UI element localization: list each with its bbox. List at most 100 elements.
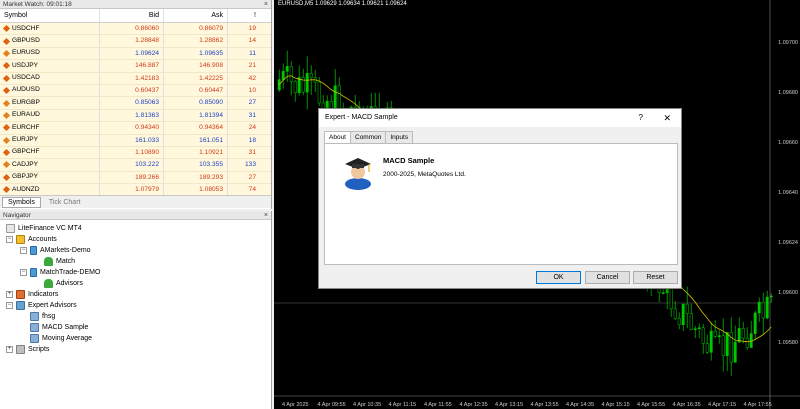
reset-button[interactable]: Reset	[633, 271, 678, 284]
table-row[interactable]: EURUSD 1.09624 1.09635 11	[0, 47, 271, 61]
candle-body	[757, 301, 761, 314]
candle-body	[765, 296, 769, 319]
tree-account-match[interactable]: Match	[44, 256, 75, 267]
symbol-name: GBPCHF	[12, 148, 40, 156]
ask-cell: 1.10921	[164, 146, 228, 159]
tree-account-amarkets[interactable]: − AMarkets-Demo	[20, 245, 91, 256]
bid-cell: 1.09624	[100, 47, 164, 60]
time-tick-label: 4 Apr 16:35	[672, 402, 701, 408]
tree-indicators[interactable]: + Indicators	[6, 289, 58, 300]
collapse-icon[interactable]: −	[20, 247, 27, 254]
ask-cell: 0.86079	[164, 23, 228, 35]
column-symbol[interactable]: Symbol	[0, 9, 100, 22]
spread-cell: 19	[248, 25, 256, 32]
candle-body	[705, 343, 709, 353]
table-row[interactable]: AUDUSD 0.60437 0.60447 10	[0, 84, 271, 98]
candle-body	[713, 330, 717, 337]
accounts-icon	[16, 235, 25, 244]
spread-cell: 27	[248, 173, 256, 181]
tree-ea-macd[interactable]: MACD Sample	[30, 322, 88, 333]
table-row[interactable]: EURAUD 1.81363 1.81394 31	[0, 109, 271, 123]
symbol-diamond-icon	[2, 173, 11, 181]
tree-root[interactable]: LiteFinance VC MT4	[6, 223, 82, 234]
table-row[interactable]: USDCHF 0.86060 0.86079 19	[0, 23, 271, 36]
collapse-icon[interactable]: −	[6, 302, 13, 309]
time-tick-label: 4 Apr 13:15	[495, 402, 524, 408]
tab-tick-chart[interactable]: Tick Chart	[42, 196, 87, 208]
tree-account-advisors[interactable]: Advisors	[44, 278, 83, 289]
column-bid[interactable]: Bid	[100, 9, 164, 22]
close-icon[interactable]: ×	[264, 211, 268, 220]
symbol-name: EURJPY	[12, 136, 39, 144]
ask-cell: 1.42225	[164, 72, 228, 84]
table-row[interactable]: CADJPY 103.222 103.355 133	[0, 159, 271, 172]
expert-dialog: Expert - MACD Sample ? ✕ About Common In…	[318, 108, 682, 289]
table-row[interactable]: GBPJPY 189.266 189.293 27	[0, 171, 271, 185]
bid-cell: 0.86060	[100, 23, 164, 35]
ask-cell: 1.81394	[164, 109, 228, 122]
table-row[interactable]: EURCHF 0.94340 0.94364 24	[0, 122, 271, 135]
tree-accounts-label: Accounts	[28, 236, 57, 243]
tree-accounts[interactable]: − Accounts	[6, 234, 57, 245]
expert-graduate-icon	[345, 158, 371, 190]
bid-cell: 161.033	[100, 134, 164, 146]
symbol-cell: EURJPY	[0, 134, 100, 146]
expert-icon	[30, 334, 39, 343]
symbol-cell: GBPUSD	[0, 35, 100, 47]
close-button[interactable]: ✕	[663, 109, 671, 127]
table-row[interactable]: USDCAD 1.42183 1.42225 42	[0, 72, 271, 85]
tree-expert-advisors-label: Expert Advisors	[28, 302, 77, 309]
expand-icon[interactable]: +	[6, 346, 13, 353]
column-ask[interactable]: Ask	[164, 9, 228, 22]
indicators-icon	[16, 290, 25, 299]
time-tick-label: 4 Apr 11:15	[388, 402, 417, 408]
symbol-name: EURUSD	[12, 49, 40, 57]
market-watch-rows: USDCHF 0.86060 0.86079 19 GBPUSD 1.28848 1.288…	[0, 23, 271, 197]
bid-cell: 1.42183	[100, 72, 164, 84]
table-row[interactable]: GBPUSD 1.28848 1.28862 14	[0, 35, 271, 48]
tree-ea-fhsg[interactable]: fhsg	[30, 311, 55, 322]
server-icon	[30, 246, 37, 255]
price-tick-label: 1.09640	[778, 190, 798, 196]
symbol-diamond-icon	[2, 37, 11, 45]
candle-body	[305, 73, 309, 93]
candle-body	[709, 330, 713, 353]
tree-scripts[interactable]: + Scripts	[6, 344, 49, 355]
dialog-title-bar: Expert - MACD Sample ? ✕	[319, 109, 681, 127]
candle-body	[769, 295, 773, 298]
about-pane: MACD Sample 2000-2025, MetaQuotes Ltd.	[324, 143, 678, 265]
table-row[interactable]: EURJPY 161.033 161.051 18	[0, 134, 271, 147]
symbol-diamond-icon	[2, 136, 11, 144]
collapse-icon[interactable]: −	[20, 269, 27, 276]
table-row[interactable]: USDJPY 146.887 146.908 21	[0, 60, 271, 73]
market-watch-tabs: Symbols Tick Chart	[0, 195, 271, 208]
collapse-icon[interactable]: −	[6, 236, 13, 243]
tree-account-matchtrade[interactable]: − MatchTrade-DEMO	[20, 267, 100, 278]
expand-icon[interactable]: +	[6, 291, 13, 298]
help-button[interactable]: ?	[639, 109, 643, 127]
ask-cell: 103.355	[164, 159, 228, 171]
tree-ea-moving-average[interactable]: Moving Average	[30, 333, 92, 344]
tree-account2-label: MatchTrade-DEMO	[40, 269, 101, 276]
ok-button[interactable]: OK	[536, 271, 581, 284]
column-spread[interactable]: !	[228, 9, 260, 22]
symbol-name: CADJPY	[12, 160, 39, 168]
symbol-diamond-icon	[2, 49, 11, 58]
symbol-cell: AUDNZD	[0, 184, 100, 196]
cancel-button[interactable]: Cancel	[585, 271, 630, 284]
table-row[interactable]: EURGBP 0.85063 0.85090 27	[0, 97, 271, 110]
price-tick-label: 1.09660	[778, 140, 798, 146]
symbol-cell: EURCHF	[0, 122, 100, 134]
candle-body	[717, 335, 721, 337]
table-row[interactable]: GBPCHF 1.10890 1.10921 31	[0, 146, 271, 160]
symbol-diamond-icon	[2, 74, 11, 82]
tree-account1-user-label: Match	[56, 258, 76, 265]
price-tick-label: 1.09580	[778, 340, 798, 346]
tree-ea3-label: Moving Average	[42, 335, 93, 342]
tree-expert-advisors[interactable]: − Expert Advisors	[6, 300, 77, 311]
tab-symbols[interactable]: Symbols	[2, 196, 41, 208]
symbol-name: EURAUD	[12, 111, 40, 119]
close-icon[interactable]: ×	[264, 0, 268, 9]
symbol-name: EURGBP	[12, 98, 40, 106]
candle-body	[293, 81, 297, 93]
